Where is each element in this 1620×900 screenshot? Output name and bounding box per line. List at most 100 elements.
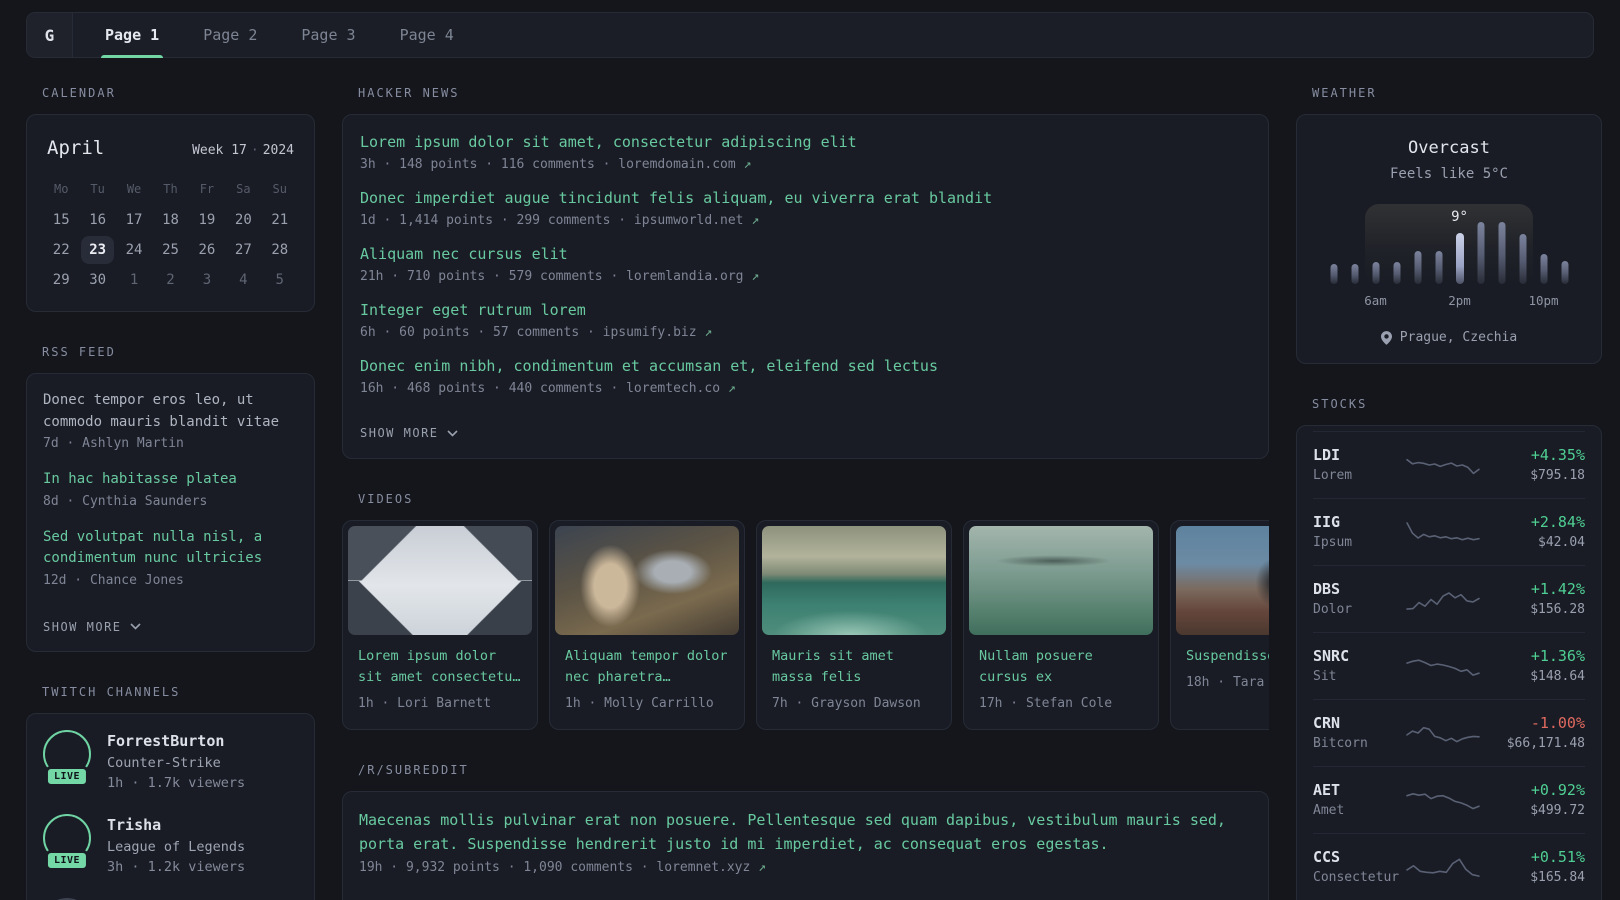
calendar-date-cell: 27 [234,242,252,258]
calendar-date-cell: 24 [125,242,143,258]
video-meta: 17h · Stefan Cole [979,696,1113,711]
calendar-week-label: Week 17 [192,143,247,158]
stock-name: Bitcorn [1313,736,1368,751]
stock-name: Ipsum [1313,535,1353,550]
hackernews-item-title[interactable]: Aliquam nec cursus elit [360,244,568,264]
video-title[interactable]: Aliquam tempor dolor nec pharetra… [565,646,729,688]
rss-show-more-button[interactable]: SHOW MORE [43,620,141,634]
hackernews-meta-text[interactable]: 16h · 468 points · 440 comments · loremt… [360,381,720,396]
weather-bar [1344,206,1365,284]
stock-row: CCS Consectetur +0.51% $165.84 [1313,833,1585,900]
rss-section-title: RSS FEED [42,345,116,359]
weather-widget: WEATHER Overcast Feels like 5°C 6am 9° 2pm… [1296,86,1602,364]
video-card[interactable]: Lorem ipsum dolor sit amet consectetu… 1… [342,520,538,730]
video-meta: 1h · Molly Carrillo [565,696,714,711]
rss-item-title[interactable]: Donec tempor eros leo, ut commodo mauris… [43,390,298,433]
weather-location: Prague, Czechia [1313,330,1585,345]
hackernews-meta-text[interactable]: 21h · 710 points · 579 comments · loreml… [360,269,744,284]
video-card[interactable]: Suspendisse diam 18h · Tara [1170,520,1269,730]
twitch-channel-name[interactable]: Trisha [107,814,245,834]
twitch-avatar: LIVE [43,813,91,871]
hackernews-item: Integer eget rutrum lorem 6h · 60 points… [360,300,1251,340]
twitch-channel-name[interactable]: ForrestBurton [107,730,245,750]
video-meta: 18h · Tara [1186,675,1265,690]
weather-bar [1407,206,1428,284]
chevron-down-icon [446,429,458,437]
calendar-day-header: Tu [90,182,105,196]
external-link-icon: ↗ [727,381,736,396]
stock-symbol: SNRC [1313,647,1350,665]
weather-bar [1428,206,1449,284]
hackernews-meta-text[interactable]: 1d · 1,414 points · 299 comments · ipsum… [360,213,744,228]
subreddit-post: Maecenas mollis pulvinar erat non posuer… [359,808,1252,875]
rss-item: In hac habitasse platea 8d · Cynthia Sau… [43,469,298,509]
twitch-channel-info: Trisha League of Legends 3h · 1.2k viewe… [107,814,245,875]
weather-bar: 6am [1364,206,1387,308]
subreddit-post-title[interactable]: Maecenas mollis pulvinar erat non posuer… [359,811,1226,853]
hackernews-item: Lorem ipsum dolor sit amet, consectetur … [360,132,1251,172]
video-thumbnail[interactable] [1176,526,1269,635]
video-thumbnail[interactable] [969,526,1153,635]
video-thumbnail[interactable] [762,526,946,635]
stock-identity: CRN Bitcorn [1313,714,1405,751]
hackernews-item-title[interactable]: Donec imperdiet augue tincidunt felis al… [360,188,992,208]
stock-sparkline [1405,652,1481,680]
twitch-channel-row[interactable]: LIVE ForrestBurton Counter-Strike 1h · 1… [43,729,298,791]
stock-price: $795.18 [1530,468,1585,483]
page-tab-label: Page 4 [399,26,454,44]
hackernews-item: Donec imperdiet augue tincidunt felis al… [360,188,1251,228]
rss-item: Sed volutpat nulla nisl, a condimentum n… [43,527,298,588]
calendar-date-cell: 28 [271,242,289,258]
videos-carousel[interactable]: Lorem ipsum dolor sit amet consectetu… 1… [342,520,1269,730]
video-card[interactable]: Aliquam tempor dolor nec pharetra… 1h · … [549,520,745,730]
video-title[interactable]: Suspendisse diam [1186,646,1269,667]
hackernews-show-more-button[interactable]: SHOW MORE [360,426,458,440]
weather-bar: 9° 2pm [1448,209,1471,308]
hackernews-item-title[interactable]: Integer eget rutrum lorem [360,300,586,320]
twitch-channel-info: ForrestBurton Counter-Strike 1h · 1.7k v… [107,730,245,791]
video-meta: 7h · Grayson Dawson [772,696,921,711]
video-card[interactable]: Nullam posuere cursus ex 17h · Stefan Co… [963,520,1159,730]
stock-change: -1.00% [1530,714,1585,732]
stock-identity: CCS Consectetur [1313,848,1405,885]
page-tab[interactable]: Page 1 [97,13,167,58]
hackernews-item-title[interactable]: Donec enim nibh, condimentum et accumsan… [360,356,938,376]
calendar-date-cell: 3 [202,272,212,288]
calendar-date-cell: 17 [125,212,143,228]
twitch-channel-row[interactable]: LIVE Trisha League of Legends 3h · 1.2k … [43,813,298,875]
hackernews-item-title[interactable]: Lorem ipsum dolor sit amet, consectetur … [360,132,857,152]
stock-row: IIG Ipsum +2.84% $42.04 [1313,498,1585,565]
hackernews-meta-text[interactable]: 6h · 60 points · 57 comments · ipsumify.… [360,325,697,340]
video-title[interactable]: Mauris sit amet massa felis [772,646,936,688]
rss-item-title[interactable]: In hac habitasse platea [43,469,298,491]
stock-identity: SNRC Sit [1313,647,1405,684]
twitch-channel-meta: 3h · 1.2k viewers [107,858,246,875]
video-title[interactable]: Nullam posuere cursus ex [979,646,1143,688]
rss-item-meta: 7d · Ashlyn Martin [43,436,184,451]
sparkline-chart [1406,591,1480,610]
calendar-date-cell: 26 [198,242,216,258]
page-tab[interactable]: Page 2 [195,13,265,57]
hackernews-meta-text[interactable]: 3h · 148 points · 116 comments · loremdo… [360,157,736,172]
video-title[interactable]: Lorem ipsum dolor sit amet consectetu… [358,646,522,688]
page-tab[interactable]: Page 4 [392,13,462,57]
video-card[interactable]: Mauris sit amet massa felis 7h · Grayson… [756,520,952,730]
stocks-card: LDI Lorem +4.35% $795.18 IIG Ipsum +2.84… [1296,425,1602,900]
video-thumbnail[interactable] [348,526,532,635]
subreddit-meta-text[interactable]: 19h · 9,932 points · 1,090 comments · lo… [359,860,750,875]
hackernews-card: Lorem ipsum dolor sit amet, consectetur … [342,114,1269,459]
twitch-channel-meta: 1h · 1.7k viewers [107,774,246,791]
stock-sparkline [1405,719,1481,747]
page-tab[interactable]: Page 3 [293,13,363,57]
live-badge: LIVE [44,849,90,871]
stock-name: Lorem [1313,468,1353,483]
app-logo: G [27,13,73,57]
rss-item-title[interactable]: Sed volutpat nulla nisl, a condimentum n… [43,527,298,570]
stock-identity: AET Amet [1313,781,1405,818]
external-link-icon: ↗ [751,269,760,284]
weather-card: Overcast Feels like 5°C 6am 9° 2pm 10pm Pra… [1296,114,1602,364]
video-info: Nullam posuere cursus ex 17h · Stefan Co… [969,635,1153,724]
video-thumbnail[interactable] [555,526,739,635]
weather-chart: 6am 9° 2pm 10pm [1323,204,1575,308]
hackernews-widget: HACKER NEWS Lorem ipsum dolor sit amet, … [342,86,1269,459]
